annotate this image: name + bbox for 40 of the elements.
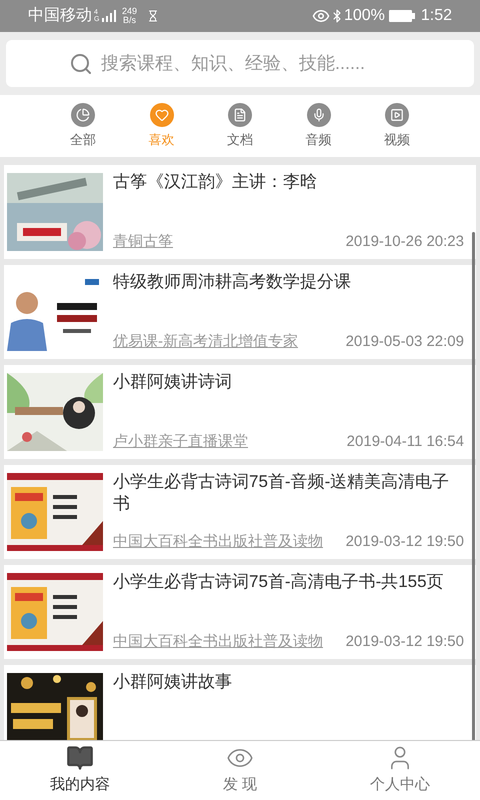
clock-time: 1:52: [420, 6, 452, 26]
speed-unit: B/s: [123, 16, 136, 25]
eye-icon: [312, 7, 330, 25]
course-title: 特级教师周沛耕高考数学提分课: [113, 271, 352, 293]
document-icon: [228, 102, 252, 127]
hourglass-icon: [147, 10, 160, 22]
signal-icon: [102, 10, 116, 22]
course-title: 小群阿姨讲故事: [113, 671, 233, 693]
search-field[interactable]: 搜索课程、知识、经验、技能......: [6, 40, 474, 87]
network-speed: 249: [122, 7, 138, 16]
course-card[interactable]: 特级教师周沛耕高考数学提分课 优易课-新高考清北增值专家 2019-05-03 22:09: [4, 265, 476, 359]
course-date: 2019-04-11 16:54: [346, 432, 464, 452]
course-title: 小群阿姨讲诗词: [113, 371, 233, 393]
course-title: 小学生必背古诗词75首-音频-送精美高清电子书: [113, 471, 450, 515]
course-card[interactable]: 小群阿姨讲诗词 卢小群亲子直播课堂 2019-04-11 16:54: [4, 365, 476, 459]
category-tab[interactable]: 视频: [374, 102, 420, 150]
course-card[interactable]: 古筝《汉江韵》主讲：李晗 青铜古筝 2019-10-26 20:23: [4, 165, 476, 259]
category-tab[interactable]: 全部: [60, 102, 106, 150]
carrier-name: 中国移动: [28, 6, 92, 26]
microphone-icon: [306, 102, 330, 127]
course-card[interactable]: 小群阿姨讲故事: [4, 665, 476, 740]
course-date: 2019-03-12 19:50: [346, 532, 464, 552]
battery-icon: [388, 10, 415, 22]
nav-tab[interactable]: 发 现: [160, 741, 320, 800]
course-card[interactable]: 小学生必背古诗词75首-音频-送精美高清电子书 中国大百科全书出版社普及读物 2019-03-12 19:50: [4, 465, 476, 559]
course-title: 古筝《汉江韵》主讲：李晗: [113, 171, 318, 193]
battery-percent: 100%: [344, 6, 385, 26]
course-card[interactable]: 小学生必背古诗词75首-高清电子书-共155页 中国大百科全书出版社普及读物 2019-03-12 19:50: [4, 565, 476, 659]
nav-tab[interactable]: 我的内容: [0, 741, 160, 800]
course-title: 小学生必背古诗词75首-高清电子书-共155页: [113, 571, 445, 593]
nav-tab[interactable]: 个人中心: [320, 741, 480, 800]
course-date: 2019-10-26 20:23: [346, 232, 464, 252]
video-icon: [385, 102, 409, 127]
book-icon: [66, 744, 94, 772]
pie-chart-icon: [71, 102, 95, 127]
search-icon: [69, 52, 93, 76]
category-tab[interactable]: 音频: [296, 102, 342, 150]
category-tab[interactable]: 文档: [217, 102, 263, 150]
course-date: 2019-05-03 22:09: [346, 332, 464, 352]
course-date: 2019-03-12 19:50: [346, 632, 464, 652]
